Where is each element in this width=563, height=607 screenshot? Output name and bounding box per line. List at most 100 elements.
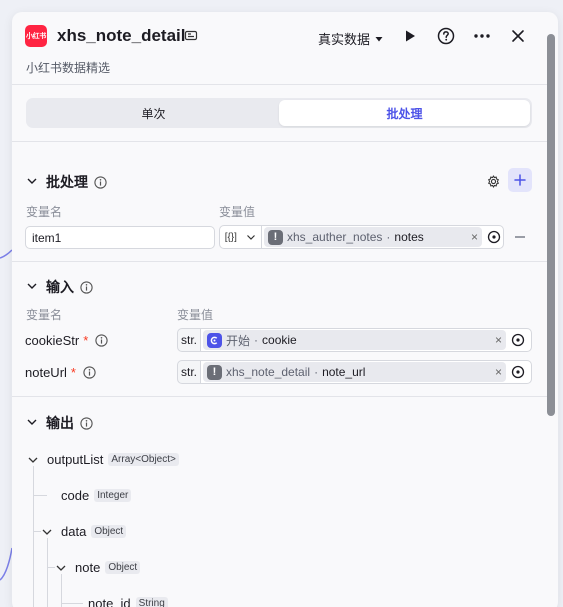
close-icon: [512, 30, 524, 42]
data-mode-label: 真实数据: [318, 32, 371, 47]
output-field-name: code: [61, 488, 90, 503]
cookiestr-source-node: 开始: [226, 333, 251, 348]
output-section-title: 输出: [46, 413, 93, 433]
input-divider: [12, 396, 547, 397]
gear-icon[interactable]: [487, 175, 500, 188]
tabs-divider: [12, 141, 547, 142]
noteurl-source-node: xhs_note_detail: [226, 365, 311, 379]
tree-line: [33, 466, 34, 607]
plus-icon: [514, 174, 526, 186]
input-section-title: 输入: [46, 277, 93, 297]
xiaohongshu-logo-icon: 小红书: [25, 25, 47, 47]
batch-divider: [12, 261, 547, 262]
batch-col-name-label: 变量名: [26, 205, 63, 219]
question-icon: [437, 27, 455, 45]
batch-section-title: 批处理: [46, 172, 107, 192]
input-name-noteurl: noteUrl: [25, 365, 67, 380]
output-field-name: outputList: [47, 452, 104, 467]
info-icon[interactable]: [83, 366, 96, 379]
info-icon[interactable]: [94, 175, 107, 189]
tree-line: [61, 603, 83, 604]
batch-col-value-label: 变量值: [219, 205, 256, 219]
header-divider: [12, 84, 547, 85]
tree-line: [33, 531, 41, 532]
output-type-badge: Array<Object>: [108, 453, 179, 466]
run-button[interactable]: [400, 26, 420, 46]
clear-reference-icon[interactable]: ×: [495, 333, 502, 347]
start-node-icon: [207, 332, 222, 348]
output-collapse-chevron-icon[interactable]: [26, 416, 38, 428]
info-icon[interactable]: [95, 334, 108, 347]
node-description: 小红书数据精选: [26, 61, 111, 75]
input-row-label: cookieStr *: [25, 333, 108, 348]
batch-variable-reference: ! xhs_auther_notes · notes ×: [264, 227, 482, 247]
output-type-badge: Object: [105, 561, 141, 574]
output-type-badge: Object: [91, 525, 127, 538]
tree-expand-chevron-icon[interactable]: [27, 454, 39, 466]
required-mark: *: [70, 365, 76, 380]
input-collapse-chevron-icon[interactable]: [26, 280, 38, 292]
batch-var-value-selector[interactable]: [{}] ! xhs_auther_notes · notes ×: [219, 225, 504, 249]
output-tree-node: note_id String: [88, 596, 168, 607]
tab-batch[interactable]: 批处理: [279, 100, 530, 126]
input-type-tag: str.: [177, 360, 201, 384]
node-warning-icon: !: [207, 364, 222, 380]
output-type-badge: Integer: [94, 489, 132, 502]
batch-source-var: notes: [394, 230, 424, 244]
batch-collapse-chevron-icon[interactable]: [26, 175, 38, 187]
clear-reference-icon[interactable]: ×: [471, 230, 478, 244]
batch-type-selector[interactable]: [{}]: [220, 226, 262, 248]
cookiestr-separator: ·: [254, 333, 259, 347]
caret-down-icon: [375, 36, 383, 41]
tree-expand-chevron-icon[interactable]: [55, 562, 67, 574]
remove-batch-row-button[interactable]: [515, 236, 525, 238]
output-field-name: data: [61, 524, 87, 539]
input-type-tag: str.: [177, 328, 201, 352]
batch-var-name-value: item1: [32, 230, 62, 245]
noteurl-separator: ·: [314, 365, 319, 379]
noteurl-source-var: note_url: [322, 365, 366, 379]
clear-reference-icon[interactable]: ×: [495, 365, 502, 379]
node-title: xhs_note_detail: [57, 26, 186, 45]
edit-title-icon[interactable]: [184, 29, 198, 43]
input-row-label: noteUrl *: [25, 365, 96, 380]
batch-var-name-input[interactable]: item1: [25, 226, 215, 249]
node-warning-icon: !: [268, 229, 283, 245]
close-button[interactable]: [508, 26, 528, 46]
tree-expand-chevron-icon[interactable]: [41, 526, 53, 538]
more-button[interactable]: [472, 26, 492, 46]
data-mode-select[interactable]: 真实数据: [318, 29, 384, 48]
target-icon[interactable]: [487, 230, 501, 244]
panel-header: 小红书 xhs_note_detail 真实数据 小红书数据精选: [12, 12, 558, 84]
panel-scrollbar[interactable]: [547, 34, 555, 416]
play-icon: [406, 30, 415, 42]
cookiestr-variable-reference: 开始 · cookie ×: [203, 330, 506, 350]
output-tree-node: outputList Array<Object>: [47, 452, 179, 467]
output-field-name: note_id: [88, 596, 131, 607]
input-title-text: 输入: [46, 279, 74, 295]
add-batch-variable-button[interactable]: [508, 168, 532, 192]
tab-single[interactable]: 单次: [28, 100, 279, 126]
batch-separator: ·: [386, 230, 391, 244]
tree-line: [33, 495, 47, 496]
output-type-badge: String: [135, 597, 168, 607]
noteurl-value-selector[interactable]: ! xhs_note_detail · note_url ×: [200, 360, 532, 384]
more-dots-icon: [474, 34, 490, 38]
batch-source-node: xhs_auther_notes: [287, 230, 383, 244]
cookiestr-source-var: cookie: [262, 333, 297, 347]
batch-title-text: 批处理: [46, 174, 88, 190]
cookiestr-value-selector[interactable]: 开始 · cookie ×: [200, 328, 532, 352]
output-field-name: note: [75, 560, 101, 575]
input-col-name-label: 变量名: [26, 308, 63, 322]
node-detail-panel: 小红书 xhs_note_detail 真实数据 小红书数据精选 单次 批处理 …: [12, 12, 558, 607]
tree-line: [47, 538, 48, 607]
info-icon[interactable]: [80, 416, 93, 430]
output-title-text: 输出: [46, 415, 74, 431]
target-icon[interactable]: [511, 365, 525, 379]
target-icon[interactable]: [511, 333, 525, 347]
help-button[interactable]: [436, 26, 456, 46]
noteurl-variable-reference: ! xhs_note_detail · note_url ×: [203, 362, 506, 382]
array-object-type-icon: [{}]: [224, 231, 237, 243]
chevron-down-icon: [247, 235, 256, 240]
info-icon[interactable]: [80, 280, 93, 294]
